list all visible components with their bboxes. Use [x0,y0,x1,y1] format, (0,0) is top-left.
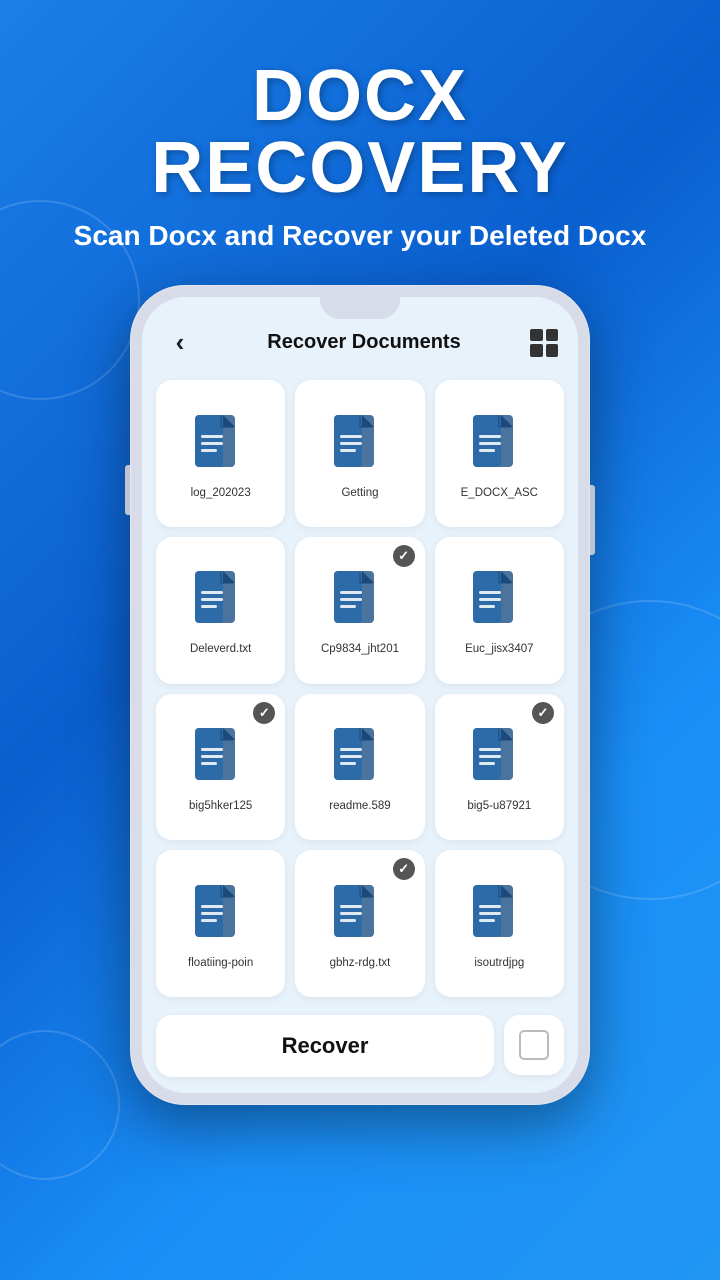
file-item[interactable]: big5hker125 [156,694,285,841]
file-doc-icon [471,726,527,790]
file-doc-icon [332,883,388,947]
check-badge [393,858,415,880]
file-item[interactable]: floatiing-poin [156,850,285,997]
file-doc-icon [332,726,388,790]
grid-cell-4 [546,344,559,357]
file-name-label: isoutrdjpg [474,957,524,969]
bottom-bar: Recover [142,1005,578,1093]
check-badge [393,545,415,567]
phone-outer: ‹ Recover Documents [130,285,590,1105]
file-doc-icon [471,883,527,947]
select-all-icon [519,1030,549,1060]
file-doc-icon [193,726,249,790]
screen-content: ‹ Recover Documents [142,297,578,1093]
file-doc-icon [471,413,527,477]
back-button[interactable]: ‹ [162,327,198,358]
file-doc-icon [332,569,388,633]
file-name-label: floatiing-poin [188,957,253,969]
phone-notch [320,297,400,319]
check-badge [532,702,554,724]
file-item[interactable]: log_202023 [156,380,285,527]
file-doc-icon [193,569,249,633]
file-doc-icon [332,413,388,477]
file-item[interactable]: Getting [295,380,424,527]
file-doc-icon [193,413,249,477]
file-item[interactable]: isoutrdjpg [435,850,564,997]
file-name-label: E_DOCX_ASC [461,487,538,499]
phone-btn-volume [125,465,130,515]
select-all-button[interactable] [504,1015,564,1075]
phone-btn-power [590,485,595,555]
file-item[interactable]: Deleverd.txt [156,537,285,684]
file-item[interactable]: gbhz-rdg.txt [295,850,424,997]
file-item[interactable]: E_DOCX_ASC [435,380,564,527]
header-section: DOCX RECOVERY Scan Docx and Recover your… [0,60,720,255]
file-item[interactable]: readme.589 [295,694,424,841]
file-name-label: readme.589 [329,800,390,812]
grid-cell-3 [530,344,543,357]
file-name-label: Getting [341,487,378,499]
file-doc-icon [471,569,527,633]
file-name-label: big5hker125 [189,800,252,812]
screen-title: Recover Documents [267,331,460,354]
file-doc-icon [193,883,249,947]
grid-cell-2 [546,329,559,342]
check-badge [253,702,275,724]
grid-cell-1 [530,329,543,342]
file-item[interactable]: big5-u87921 [435,694,564,841]
file-name-label: big5-u87921 [467,800,531,812]
recover-button[interactable]: Recover [156,1015,494,1077]
file-item[interactable]: Euc_jisx3407 [435,537,564,684]
phone-inner: ‹ Recover Documents [142,297,578,1093]
grid-view-icon[interactable] [530,329,558,357]
bg-decoration-3 [0,1030,120,1180]
file-name-label: Deleverd.txt [190,643,251,655]
file-name-label: gbhz-rdg.txt [330,957,391,969]
phone-mockup: ‹ Recover Documents [130,285,590,1105]
file-name-label: Cp9834_jht201 [321,643,399,655]
file-name-label: Euc_jisx3407 [465,643,533,655]
file-item[interactable]: Cp9834_jht201 [295,537,424,684]
app-subtitle: Scan Docx and Recover your Deleted Docx [40,216,680,255]
app-title: DOCX RECOVERY [40,60,680,204]
file-grid: log_202023 Getting E_DOCX_ASC [142,372,578,1005]
file-name-label: log_202023 [191,487,251,499]
